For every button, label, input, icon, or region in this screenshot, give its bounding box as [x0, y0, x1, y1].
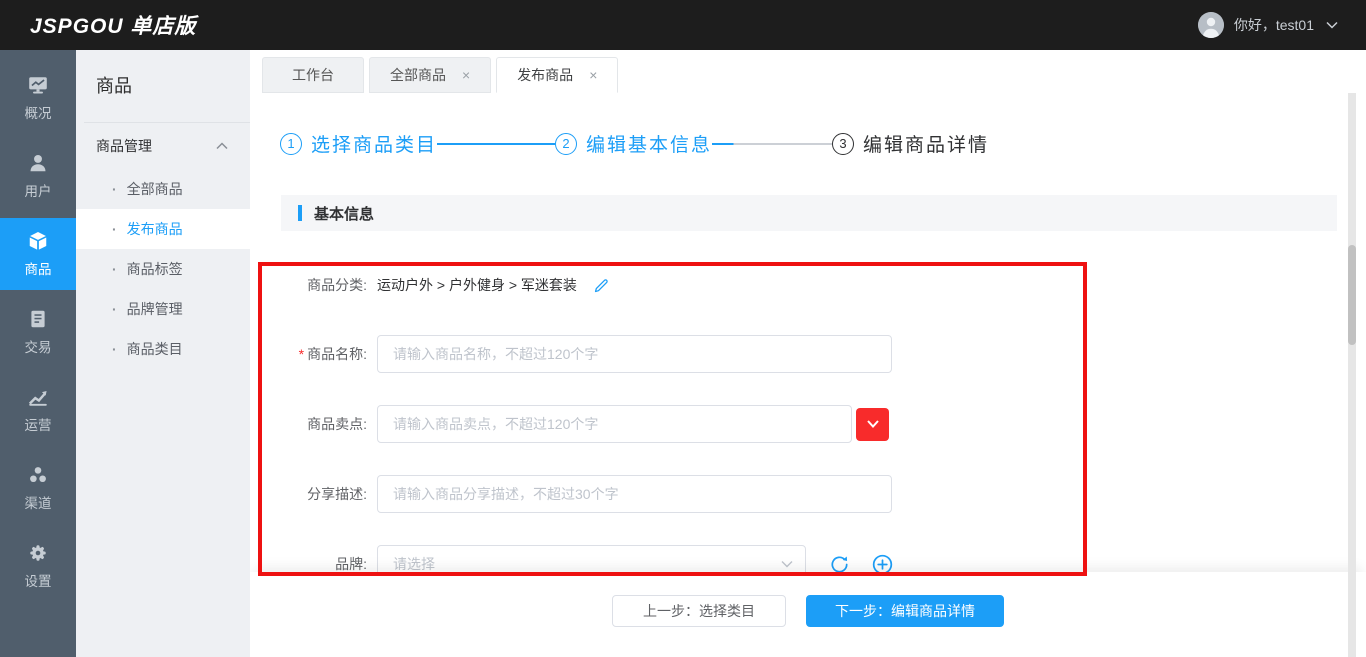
step-number: 2 [555, 132, 578, 155]
step-connector [437, 142, 556, 145]
footer-action-bar: 上一步：选择类目 下一步：编辑商品详情 [250, 572, 1366, 657]
main-sidebar: 概况 用户 商品 交易 运营 渠道 设置 [0, 50, 76, 657]
share-desc-row: 分享描述: [250, 475, 1366, 513]
gear-icon [30, 545, 46, 561]
tab-publish-product[interactable]: 发布商品 [496, 57, 619, 93]
step-connector [712, 142, 833, 145]
chevron-down-icon [781, 561, 793, 568]
sidebar-item-label: 设置 [24, 574, 52, 589]
submenu-item-label: 发布商品 [126, 221, 183, 237]
tab-label: 全部商品 [390, 67, 446, 83]
sidebar-item-label: 渠道 [24, 496, 52, 511]
sidebar-item-products[interactable]: 商品 [0, 218, 76, 290]
submenu-item-product-tags[interactable]: 商品标签 [76, 249, 250, 289]
monitor-chart-icon [29, 77, 47, 94]
sidebar-item-label: 交易 [24, 340, 52, 355]
submenu-item-label: 商品类目 [126, 341, 183, 357]
step-label: 编辑基本信息 [586, 135, 713, 156]
selling-point-input[interactable] [377, 405, 852, 443]
next-step-button[interactable]: 下一步：编辑商品详情 [806, 595, 1004, 627]
share-desc-label: 分享描述: [307, 486, 367, 502]
chevron-down-icon [1326, 21, 1338, 29]
app-logo: JSPGOU 单店版 [30, 15, 197, 38]
submenu-item-label: 品牌管理 [126, 301, 183, 317]
chevron-down-icon [866, 420, 879, 428]
user-greeting: 你好，test01 [1233, 17, 1314, 33]
document-icon [31, 310, 45, 328]
step-3-edit-product-details: 3 编辑商品详情 [832, 130, 989, 157]
section-accent-bar [298, 205, 302, 221]
cube-icon [29, 231, 47, 250]
user-menu[interactable]: 你好，test01 [1197, 12, 1338, 38]
step-number: 1 [280, 132, 302, 155]
submenu-item-brand-management[interactable]: 品牌管理 [76, 289, 250, 329]
sidebar-item-operations[interactable]: 运营 [0, 374, 76, 446]
bullet-icon [112, 301, 127, 317]
scrollbar-thumb[interactable] [1348, 245, 1356, 345]
bullet-icon [112, 341, 127, 357]
selling-point-dropdown-button[interactable] [856, 407, 889, 441]
main-content: 工作台 全部商品 发布商品 1 选择商品类目 2 编辑基本信息 3 编辑商品详情… [250, 50, 1366, 657]
step-indicator: 1 选择商品类目 2 编辑基本信息 3 编辑商品详情 [280, 130, 1366, 157]
edit-icon[interactable] [593, 277, 610, 294]
tab-bar: 工作台 全部商品 发布商品 [250, 50, 1366, 93]
step-2-edit-basic-info: 2 编辑基本信息 [555, 130, 712, 157]
category-label: 商品分类: [307, 277, 367, 293]
brand-select-placeholder: 请选择 [393, 556, 435, 572]
sidebar-item-settings[interactable]: 设置 [0, 530, 76, 602]
sidebar-item-channels[interactable]: 渠道 [0, 452, 76, 524]
selling-point-row: 商品卖点: [250, 405, 1366, 443]
top-header: JSPGOU 单店版 你好，test01 [0, 0, 1366, 50]
sidebar-item-trade[interactable]: 交易 [0, 296, 76, 368]
avatar [1197, 12, 1224, 38]
category-value: 运动户外 > 户外健身 > 军迷套装 [377, 277, 577, 293]
product-name-row: * 商品名称: [250, 335, 1366, 373]
submenu-item-all-products[interactable]: 全部商品 [76, 169, 250, 209]
tab-workbench[interactable]: 工作台 [262, 57, 364, 93]
close-icon[interactable] [589, 68, 597, 82]
submenu-item-label: 商品标签 [126, 261, 183, 277]
secondary-sidebar: 商品 商品管理 全部商品 发布商品 商品标签 品牌管理 商品类目 [76, 50, 250, 657]
bullet-icon [112, 261, 127, 277]
close-icon[interactable] [462, 68, 470, 82]
submenu-title: 商品 [96, 76, 132, 96]
section-header-basic-info: 基本信息 [281, 195, 1337, 231]
prev-step-button[interactable]: 上一步：选择类目 [612, 595, 786, 627]
section-title: 基本信息 [314, 205, 375, 223]
nodes-icon [30, 467, 46, 483]
product-name-label: * 商品名称: [298, 346, 367, 362]
selling-point-label: 商品卖点: [307, 416, 367, 432]
bullet-icon [112, 221, 127, 237]
trend-chart-icon [28, 390, 47, 406]
sidebar-item-label: 运营 [24, 418, 52, 433]
sidebar-item-users[interactable]: 用户 [0, 140, 76, 212]
chevron-up-icon [216, 142, 228, 150]
submenu-item-publish-product[interactable]: 发布商品 [76, 209, 250, 249]
tab-all-products[interactable]: 全部商品 [369, 57, 492, 93]
step-number: 3 [832, 132, 855, 155]
step-1-select-category: 1 选择商品类目 [280, 130, 437, 157]
scrollbar-track[interactable] [1348, 93, 1356, 657]
brand-label: 品牌: [335, 556, 367, 572]
sidebar-item-label: 概况 [24, 106, 52, 121]
submenu-item-label: 全部商品 [126, 181, 183, 197]
step-label: 选择商品类目 [311, 135, 438, 156]
tab-label: 发布商品 [517, 67, 574, 83]
bullet-icon [112, 181, 127, 197]
category-row: 商品分类: 运动户外 > 户外健身 > 军迷套装 [250, 275, 1366, 295]
sidebar-item-label: 商品 [24, 262, 52, 277]
submenu-group-product-management[interactable]: 商品管理 [76, 123, 250, 169]
basic-info-form: 商品分类: 运动户外 > 户外健身 > 军迷套装 *商品名称: 商品卖点: 分享… [250, 275, 1366, 583]
user-icon [30, 154, 46, 172]
step-label: 编辑商品详情 [863, 135, 990, 156]
submenu-group-label: 商品管理 [96, 138, 152, 154]
share-desc-input[interactable] [377, 475, 892, 513]
tab-label: 工作台 [292, 67, 334, 83]
sidebar-item-label: 用户 [24, 184, 52, 199]
submenu-item-product-categories[interactable]: 商品类目 [76, 329, 250, 369]
required-asterisk: * [298, 346, 305, 362]
product-name-input[interactable] [377, 335, 892, 373]
sidebar-item-overview[interactable]: 概况 [0, 62, 76, 134]
